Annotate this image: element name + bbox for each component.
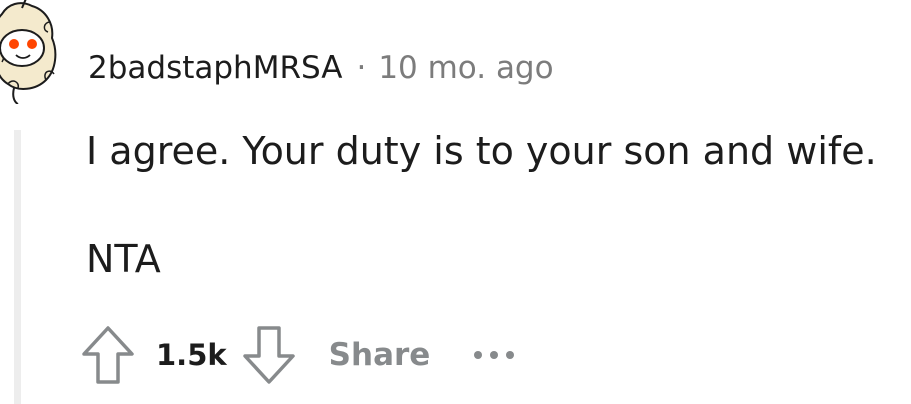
more-options-icon[interactable] [474, 345, 515, 365]
comment-timestamp[interactable]: 10 mo. ago [378, 50, 553, 86]
more-dot [506, 351, 515, 359]
downvote-arrow-icon[interactable] [241, 324, 297, 386]
comment-meta: 2badstaphMRSA · 10 mo. ago [88, 44, 554, 92]
upvote-arrow-icon[interactable] [80, 324, 136, 386]
author-name[interactable]: 2badstaphMRSA [88, 50, 342, 86]
comment-actions: 1.5k Share [80, 318, 515, 392]
vote-score: 1.5k [156, 338, 227, 372]
share-button[interactable]: Share [329, 337, 431, 373]
comment-body-line: I agree. Your duty is to your son and wi… [86, 129, 877, 173]
snoo-avatar-icon[interactable] [0, 0, 62, 104]
meta-separator: · [356, 50, 367, 86]
thread-line[interactable] [14, 130, 21, 404]
more-dot [490, 351, 499, 359]
comment-body-line: NTA [86, 237, 161, 281]
comment: 2badstaphMRSA · 10 mo. ago I agree. Your… [0, 0, 911, 404]
more-dot [474, 351, 483, 359]
